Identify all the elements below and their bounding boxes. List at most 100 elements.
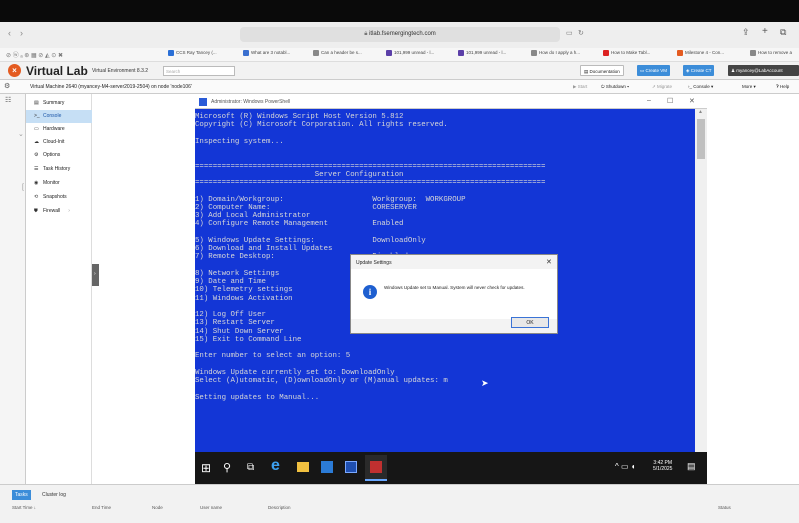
bookmark-7[interactable]: How to Make Tabl... <box>603 50 650 56</box>
app-logo-icon: × <box>8 64 21 77</box>
dialog-close-icon[interactable]: ✕ <box>546 258 552 266</box>
chevron-down-icon: ▾ <box>709 84 714 89</box>
resource-tree-collapsed: ☷ ⌄ [ <box>0 94 26 484</box>
windows-start-icon[interactable]: ⊞ <box>201 461 211 475</box>
edge-icon[interactable]: e <box>271 457 280 475</box>
history-icon: ⟲ <box>34 194 39 200</box>
task-view-icon[interactable]: ⧉ <box>247 462 254 473</box>
column-start-time[interactable]: Start Time ↓ <box>12 505 36 510</box>
console-line: 8) Network Settings <box>195 269 280 278</box>
tree-view-icon[interactable]: ☷ <box>5 96 11 104</box>
dialog-message: Windows Update set to Manual. System wil… <box>384 285 525 290</box>
search-input[interactable]: Search <box>163 66 235 76</box>
nav-item-hardware[interactable]: ▭ Hardware <box>26 123 92 136</box>
search-icon[interactable]: ⚲ <box>223 461 231 474</box>
nav-item-cloud-init[interactable]: ☁ Cloud-Init <box>26 136 92 149</box>
bookmark-4[interactable]: 101,999 unread - l... <box>386 50 434 56</box>
new-tab-icon[interactable]: + <box>762 26 768 37</box>
ok-button[interactable]: OK <box>511 317 549 328</box>
console-line: Microsoft (R) Windows Script Host Versio… <box>195 113 404 121</box>
active-app-taskbar-icon[interactable] <box>365 455 387 481</box>
column-user-name[interactable]: User name <box>200 505 222 510</box>
tabs-overview-icon[interactable]: ⧉ <box>780 27 786 38</box>
documentation-button[interactable]: ▤ Documentation <box>580 65 624 76</box>
forward-icon[interactable]: › <box>20 28 23 38</box>
settings-icon[interactable]: ⚙ <box>4 82 10 90</box>
address-url: itlab.fsemergingtech.com <box>369 31 436 37</box>
maximize-icon[interactable]: ☐ <box>667 97 673 105</box>
minimize-icon[interactable]: – <box>647 97 651 104</box>
console-line: 10) Telemetry settings <box>195 286 293 295</box>
info-icon: i <box>363 285 377 299</box>
nav-item-console[interactable]: >_ Console <box>26 110 92 123</box>
column-description[interactable]: Description <box>268 505 291 510</box>
collapse-handle[interactable]: [ <box>22 184 24 191</box>
browser-toolbar: ‹ › ⛉ 🔒︎ itlab.fsemergingtech.com ▭ ↻ ⇪ … <box>0 22 799 48</box>
nav-item-firewall[interactable]: ⛊ Firewall › <box>26 205 92 218</box>
console-line: Windows Update currently set to: Downloa… <box>195 368 395 377</box>
reader-icon[interactable]: ▭ <box>566 29 573 37</box>
migrate-button[interactable]: ➚ Migrate <box>652 84 672 90</box>
task-log-panel: Tasks Cluster log Start Time ↓ End Time … <box>0 484 799 523</box>
start-button[interactable]: ▶ Start <box>573 84 587 90</box>
chevron-down-icon: ▾ <box>752 84 756 89</box>
tab-cluster-log[interactable]: Cluster log <box>42 490 66 500</box>
bookmark-1[interactable]: CCS Ray Tancey (... <box>168 50 217 56</box>
share-icon[interactable]: ⇪ <box>742 27 750 38</box>
scroll-up-icon[interactable]: ▲ <box>698 109 703 115</box>
list-icon: ☰ <box>34 166 39 172</box>
column-end-time[interactable]: End Time <box>92 505 111 510</box>
bookmark-9[interactable]: How to remove a <box>750 50 792 56</box>
shutdown-button[interactable]: ⏻ Shutdown ▾ <box>601 84 629 89</box>
more-button[interactable]: More ▾ <box>742 84 756 90</box>
close-icon[interactable]: ✕ <box>689 97 695 105</box>
nav-item-monitor[interactable]: ◉ Monitor <box>26 177 92 190</box>
gear-icon: ⚙ <box>34 152 39 158</box>
system-tray-icons[interactable]: ^ ▭ ◖ <box>615 462 636 471</box>
reload-icon[interactable]: ↻ <box>578 29 584 37</box>
console-line: 13) Restart Server <box>195 319 275 328</box>
create-vm-button[interactable]: ▭ Create VM <box>637 65 671 76</box>
novnc-panel-handle[interactable]: › <box>92 264 99 286</box>
console-line: Setting updates to Manual... <box>195 393 320 402</box>
server-manager-icon[interactable] <box>321 461 333 473</box>
bookmarks-bar: ⊘ ⓦ ₐ ⊛ ▦ ⊘ ◭ ⊙ ✖ CCS Ray Tancey (... Wh… <box>0 48 799 62</box>
console-button[interactable]: ›_ Console ▾ <box>688 84 713 90</box>
extension-icons[interactable]: ⊘ ⓦ ₐ ⊛ ▦ ⊘ ◭ ⊙ ✖ <box>6 50 63 59</box>
bookmark-5[interactable]: 101,999 unread - l... <box>458 50 506 56</box>
create-ct-button[interactable]: ◈ Create CT <box>683 65 715 76</box>
notifications-icon[interactable]: ▤ <box>687 461 696 472</box>
vm-toolbar: ⚙ Virtual Machine 2640 (myancey-M4-serve… <box>0 80 799 94</box>
bookmark-8[interactable]: Milestone 4 - Con... <box>677 50 724 56</box>
nav-item-task-history[interactable]: ☰ Task History <box>26 163 92 176</box>
powershell-titlebar[interactable]: Administrator: Windows PowerShell – ☐ ✕ <box>195 96 707 109</box>
console-line: Server Configuration <box>195 170 404 179</box>
back-icon[interactable]: ‹ <box>8 28 11 38</box>
chevron-down-icon: ▾ <box>625 84 629 89</box>
screen-top-bar <box>0 0 799 22</box>
bookmark-3[interactable]: Can a header be s... <box>313 50 362 56</box>
eye-icon: ◉ <box>34 180 39 186</box>
bookmark-2[interactable]: What are 3 notabl... <box>243 50 290 56</box>
scrollbar-thumb[interactable] <box>697 119 705 159</box>
powershell-scrollbar[interactable]: ▲ <box>695 109 707 452</box>
chevron-right-icon: › <box>94 271 96 277</box>
powershell-taskbar-icon[interactable] <box>345 461 357 473</box>
file-explorer-icon[interactable] <box>297 462 309 472</box>
help-button[interactable]: ❓︎ Help <box>776 84 789 89</box>
column-status[interactable]: Status <box>718 505 731 510</box>
nav-item-options[interactable]: ⚙ Options <box>26 149 92 162</box>
console-line: 2) Computer Name: CORESERVER <box>195 203 417 212</box>
nav-item-snapshots[interactable]: ⟲ Snapshots <box>26 191 92 204</box>
address-bar[interactable]: 🔒︎ itlab.fsemergingtech.com <box>240 27 560 42</box>
user-menu-button[interactable]: ♟ myancey@LabAccount <box>728 65 799 76</box>
tab-tasks[interactable]: Tasks <box>12 490 31 500</box>
chevron-down-icon[interactable]: ⌄ <box>18 130 24 138</box>
taskbar-clock[interactable]: 3:42 PM 5/1/2025 <box>653 460 672 472</box>
app-version: Virtual Environment 8.3.2 <box>92 68 149 74</box>
terminal-icon: >_ <box>34 113 40 119</box>
column-node[interactable]: Node <box>152 505 163 510</box>
nav-item-summary[interactable]: ▤ Summary <box>26 97 92 110</box>
bookmark-6[interactable]: How do I apply a h... <box>531 50 580 56</box>
vm-title: Virtual Machine 2640 (myancey-M4-server2… <box>30 84 192 90</box>
